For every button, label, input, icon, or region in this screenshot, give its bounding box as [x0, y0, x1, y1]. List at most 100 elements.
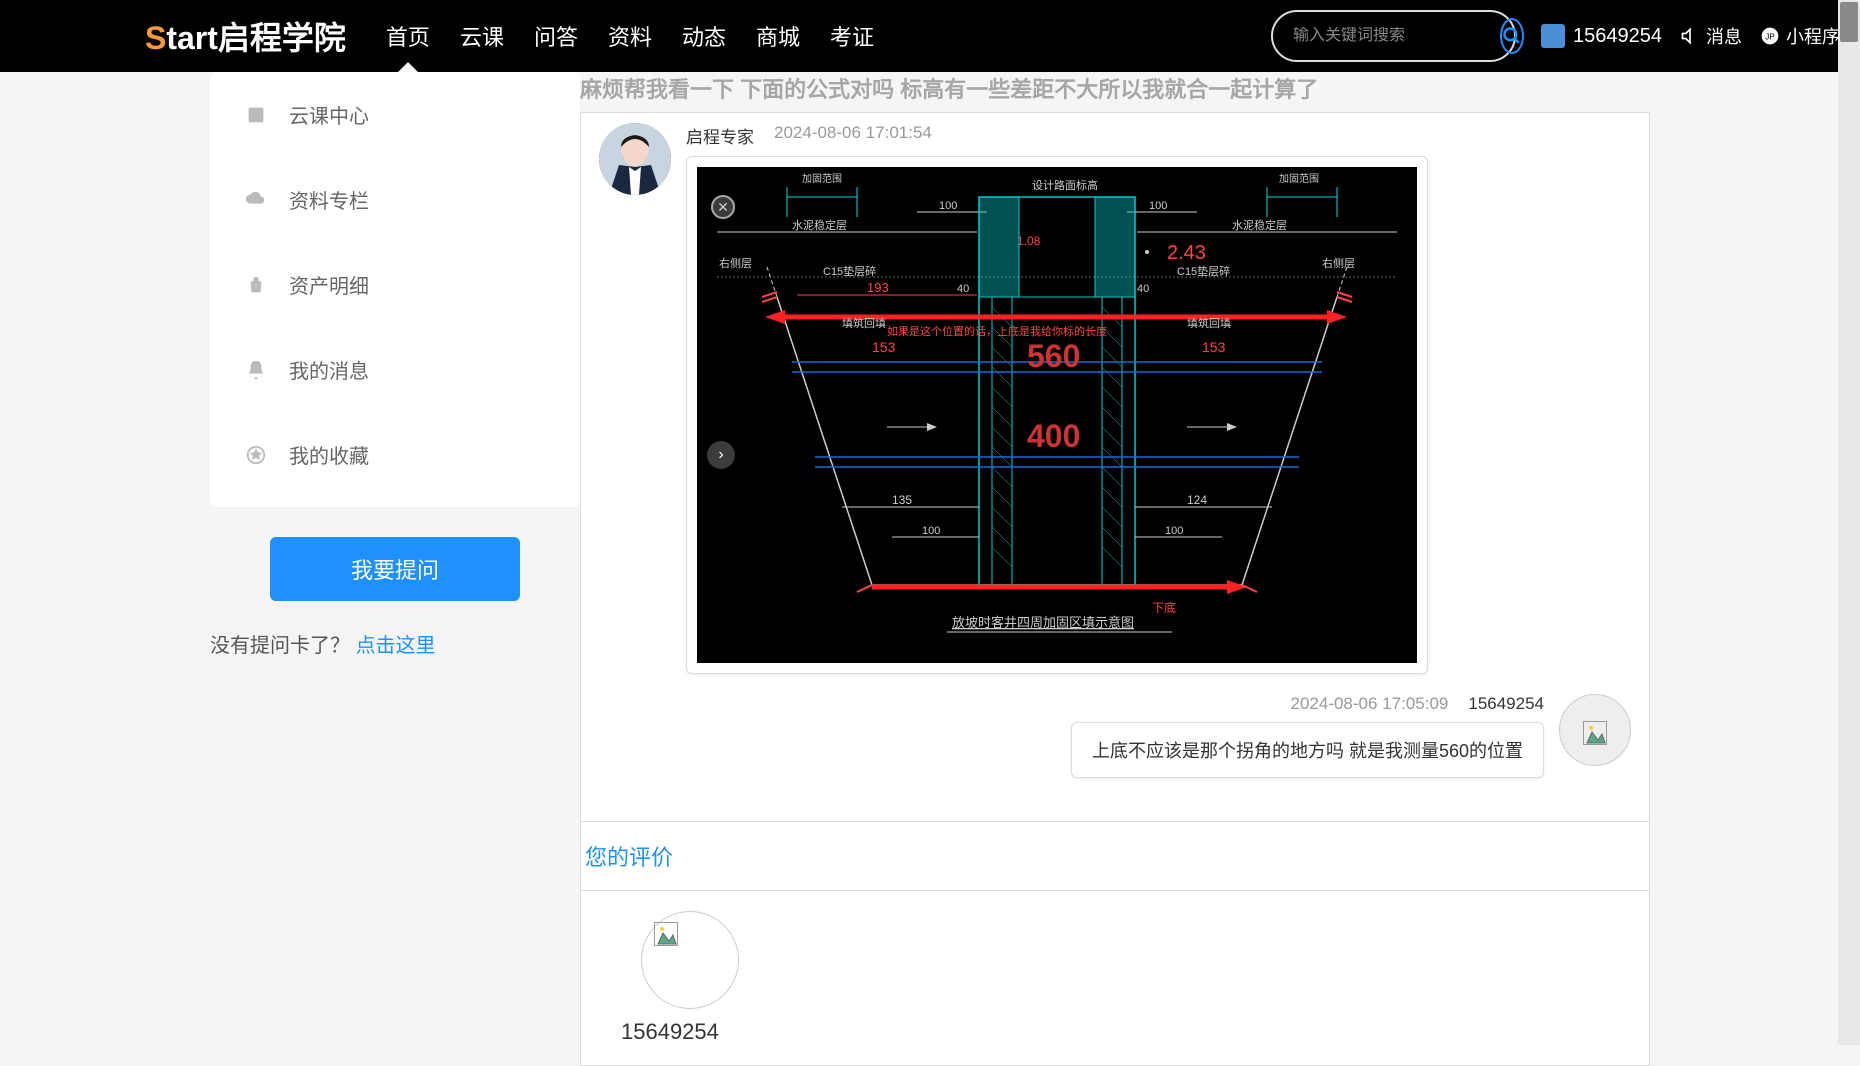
image-next-button[interactable]: ›: [707, 441, 735, 469]
scrollbar-thumb[interactable]: [1840, 2, 1858, 42]
svg-text:100: 100: [939, 200, 957, 212]
svg-text:右侧层: 右侧层: [719, 256, 752, 270]
msg-author: 15649254: [1468, 694, 1544, 714]
message-user: 2024-08-06 17:05:09 15649254 上底不应该是那个拐角的…: [599, 694, 1631, 778]
page-container: 云课中心 资料专栏 资产明细 我的消息: [210, 72, 1650, 1066]
sidebar: 云课中心 资料专栏 资产明细 我的消息: [210, 72, 580, 1066]
header-right: 15649254 消息 JP 小程序: [1541, 23, 1840, 49]
message-image-bubble: ✕ › 加固范围 加固范围 设计路面标高: [686, 156, 1428, 674]
cad-diagram: 加固范围 加固范围 设计路面标高: [697, 167, 1417, 663]
chat-container: 启程专家 2024-08-06 17:01:54 ✕ ›: [580, 112, 1650, 822]
svg-text:40: 40: [957, 283, 969, 295]
svg-text:放坡时客井四周加固区填示意图: 放坡时客井四周加固区填示意图: [952, 615, 1134, 630]
sidebar-label: 我的消息: [289, 355, 369, 384]
svg-text:193: 193: [867, 280, 889, 295]
svg-text:水泥稳定层: 水泥稳定层: [1232, 218, 1287, 232]
page-scrollbar[interactable]: [1838, 0, 1860, 1045]
svg-text:设计路面标高: 设计路面标高: [1032, 178, 1098, 192]
review-avatar[interactable]: [641, 911, 739, 1009]
miniapp-label: 小程序: [1786, 23, 1840, 49]
main-content: 麻烦帮我看一下 下面的公式对吗 标高有一些差距不大所以我就合一起计算了: [580, 72, 1650, 1066]
svg-text:40: 40: [1137, 283, 1149, 295]
speaker-icon: [1680, 26, 1700, 46]
nav-home[interactable]: 首页: [386, 0, 430, 72]
review-username: 15649254: [621, 1019, 1629, 1045]
review-title: 您的评价: [581, 822, 1649, 890]
svg-text:1.08: 1.08: [1017, 234, 1041, 248]
svg-text:2.43: 2.43: [1167, 242, 1206, 264]
svg-text:水泥稳定层: 水泥稳定层: [792, 218, 847, 232]
cloud-icon: [245, 189, 267, 211]
search-input[interactable]: [1293, 27, 1500, 45]
svg-text:100: 100: [1149, 200, 1167, 212]
star-icon: [245, 444, 267, 466]
bell-icon: [245, 359, 267, 381]
search-box: [1271, 10, 1516, 62]
review-content: 15649254: [581, 890, 1649, 1065]
logo-rest: tart启程学院: [166, 20, 346, 56]
nav-qa[interactable]: 问答: [534, 0, 578, 72]
svg-text:153: 153: [1202, 339, 1226, 355]
ask-question-button[interactable]: 我要提问: [270, 537, 520, 601]
svg-text:100: 100: [1165, 525, 1183, 537]
message-expert: 启程专家 2024-08-06 17:01:54 ✕ ›: [599, 123, 1631, 674]
cad-image[interactable]: ✕ › 加固范围 加固范围 设计路面标高: [697, 167, 1417, 663]
expert-avatar[interactable]: [599, 123, 671, 195]
logo-s: S: [145, 20, 166, 56]
nav-cloud-course[interactable]: 云课: [460, 0, 504, 72]
sidebar-menu: 云课中心 资料专栏 资产明细 我的消息: [210, 72, 580, 507]
sidebar-label: 云课中心: [289, 100, 369, 129]
svg-text:100: 100: [922, 525, 940, 537]
msg-author: 启程专家: [686, 123, 754, 148]
nav-mall[interactable]: 商城: [756, 0, 800, 72]
avatar-person-icon: [599, 123, 671, 195]
search-icon: [1502, 26, 1522, 46]
svg-text:加固范围: 加固范围: [802, 172, 842, 185]
svg-text:124: 124: [1187, 493, 1207, 507]
nav-cert[interactable]: 考证: [830, 0, 874, 72]
svg-text:153: 153: [872, 339, 896, 355]
sidebar-item-materials[interactable]: 资料专栏: [210, 157, 580, 242]
user-avatar-icon: [1541, 24, 1565, 48]
msg-time: 2024-08-06 17:05:09: [1291, 694, 1449, 714]
main-nav: 首页 云课 问答 资料 动态 商城 考证: [386, 0, 874, 72]
svg-text:加固范围: 加固范围: [1279, 172, 1319, 185]
avatar-placeholder-icon: [654, 922, 678, 946]
svg-text:填筑回填: 填筑回填: [1187, 316, 1231, 330]
nav-feed[interactable]: 动态: [682, 0, 726, 72]
message-text-bubble: 上底不应该是那个拐角的地方吗 就是我测量560的位置: [1071, 722, 1544, 778]
sidebar-label: 我的收藏: [289, 440, 369, 469]
messages-link[interactable]: 消息: [1680, 23, 1742, 49]
avatar-placeholder-icon: [1583, 721, 1607, 745]
no-card-text: 没有提问卡了？ 点击这里: [210, 629, 580, 658]
book-icon: [245, 104, 267, 126]
sidebar-label: 资产明细: [289, 270, 369, 299]
svg-text:C15垫层碎: C15垫层碎: [1177, 264, 1230, 278]
svg-text:400: 400: [1027, 418, 1080, 454]
logo[interactable]: Start启程学院: [145, 13, 346, 59]
svg-text:C15垫层碎: C15垫层碎: [823, 264, 876, 278]
username-label: 15649254: [1573, 25, 1662, 48]
question-title: 麻烦帮我看一下 下面的公式对吗 标高有一些差距不大所以我就合一起计算了: [580, 72, 1650, 112]
sidebar-item-cloud-course[interactable]: 云课中心: [210, 72, 580, 157]
review-section: 您的评价 15649254: [580, 822, 1650, 1066]
svg-text:JP: JP: [1765, 31, 1775, 41]
sidebar-label: 资料专栏: [289, 185, 369, 214]
image-close-button[interactable]: ✕: [711, 195, 735, 219]
sidebar-item-favorites[interactable]: 我的收藏: [210, 412, 580, 497]
miniapp-link[interactable]: JP 小程序: [1760, 23, 1840, 49]
svg-text:如果是这个位置的话，上底是我给你标的长度: 如果是这个位置的话，上底是我给你标的长度: [887, 324, 1107, 338]
user-info[interactable]: 15649254: [1541, 24, 1662, 48]
svg-text:右侧层: 右侧层: [1322, 256, 1355, 270]
sidebar-item-messages[interactable]: 我的消息: [210, 327, 580, 412]
sidebar-item-assets[interactable]: 资产明细: [210, 242, 580, 327]
miniapp-icon: JP: [1760, 26, 1780, 46]
no-card-link[interactable]: 点击这里: [356, 635, 436, 657]
main-header: Start启程学院 首页 云课 问答 资料 动态 商城 考证 15649254 …: [0, 0, 1860, 72]
svg-text:填筑回填: 填筑回填: [842, 316, 886, 330]
chat-scroll[interactable]: 启程专家 2024-08-06 17:01:54 ✕ ›: [581, 113, 1649, 813]
messages-label: 消息: [1706, 23, 1742, 49]
user-avatar[interactable]: [1559, 694, 1631, 766]
search-button[interactable]: [1500, 18, 1524, 54]
nav-materials[interactable]: 资料: [608, 0, 652, 72]
